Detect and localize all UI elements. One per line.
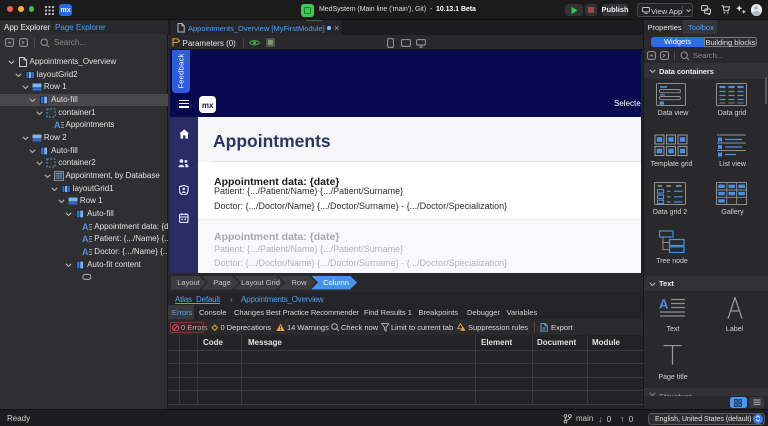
svg-text:A: A (82, 247, 89, 257)
svg-text:A: A (659, 297, 669, 312)
svg-text:A: A (82, 222, 89, 232)
svg-text:A: A (54, 120, 61, 130)
svg-text:A: A (82, 234, 89, 244)
